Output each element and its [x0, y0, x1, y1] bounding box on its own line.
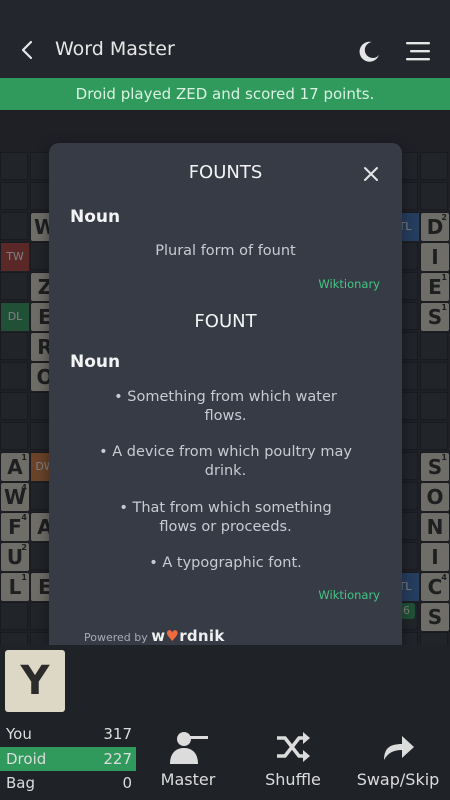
definition-dialog: FOUNTS Noun Plural form of fount Wiktion…	[49, 143, 402, 673]
wordnik-logo: w♥rdnik	[151, 627, 225, 645]
hamburger-menu-icon[interactable]	[404, 40, 432, 62]
swap-skip-button[interactable]: Swap/Skip	[350, 730, 446, 789]
dialog-word: FOUNTS	[188, 162, 263, 183]
master-icon	[170, 732, 208, 764]
score-row-bag: Bag 0	[6, 774, 132, 792]
definition-item: • A device from which poultry may drink.	[99, 444, 352, 479]
master-button[interactable]: Master	[158, 730, 218, 789]
app-title: Word Master	[55, 38, 175, 60]
moon-icon[interactable]	[356, 38, 382, 64]
definition-item: • Something from which water flows.	[114, 389, 337, 424]
top-bar: Word Master	[0, 0, 450, 78]
swap-skip-icon	[384, 736, 414, 760]
back-arrow-icon[interactable]	[16, 38, 40, 62]
part-of-speech: Noun	[70, 352, 121, 372]
source-link[interactable]: Wiktionary	[318, 588, 380, 602]
close-icon[interactable]	[362, 165, 380, 183]
headword: FOUNT	[194, 311, 257, 332]
powered-by[interactable]: Powered by w♥rdnik	[84, 627, 225, 645]
definition-text: Plural form of fount	[155, 243, 296, 259]
last-move-banner: Droid played ZED and scored 17 points.	[0, 78, 450, 110]
score-row-droid: Droid 227	[0, 747, 136, 771]
part-of-speech: Noun	[70, 207, 121, 227]
shuffle-icon	[277, 732, 310, 762]
rack-tile[interactable]: Y	[5, 650, 65, 712]
score-row-you: You 317	[6, 725, 132, 743]
tile-rack	[0, 645, 450, 720]
definition-item: • That from which something flows or pro…	[119, 500, 332, 535]
shuffle-button[interactable]: Shuffle	[262, 730, 324, 789]
source-link[interactable]: Wiktionary	[318, 277, 380, 291]
powered-by-label: Powered by	[84, 631, 148, 644]
definition-item: • A typographic font.	[149, 555, 302, 571]
